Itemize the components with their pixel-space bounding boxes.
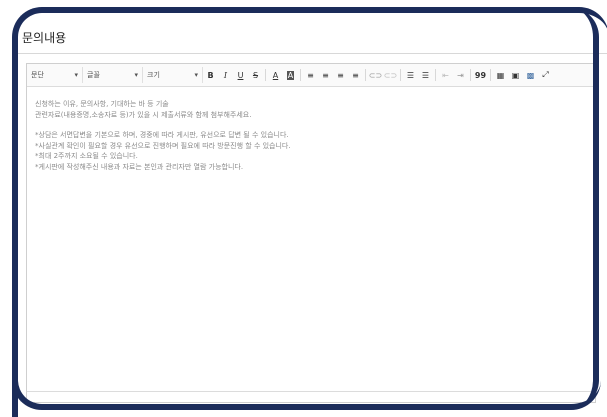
chevron-down-icon: ▾ — [194, 71, 198, 79]
content-line: *상담은 서면답변을 기본으로 하며, 경중에 따라 게시판, 유선으로 답변 … — [35, 131, 289, 139]
editor-content[interactable]: 신청하는 이유, 문의사항, 기대하는 바 등 기술 관련자료(내용증명,소송자… — [27, 87, 595, 172]
font-select[interactable]: 글꼴 ▾ — [83, 67, 143, 83]
fullscreen-icon[interactable]: ⤢ — [538, 67, 553, 83]
bold-button[interactable]: B — [203, 67, 218, 83]
paragraph-select[interactable]: 문단 ▾ — [27, 67, 83, 83]
unlink-icon[interactable]: ⊂⊃ — [383, 67, 398, 83]
align-center-icon[interactable]: ≡ — [318, 67, 333, 83]
content-line: *게시판에 작성해주신 내용과 자료는 본인과 관리자만 열람 가능합니다. — [35, 162, 244, 171]
toolbar-divider — [365, 69, 366, 81]
content-line: *사실관계 확인이 필요할 경우 유선으로 진행하며 필요에 따라 방문진행 할… — [35, 141, 291, 150]
align-right-icon[interactable]: ≡ — [333, 67, 348, 83]
ordered-list-icon[interactable]: ☰ — [403, 67, 418, 83]
size-select[interactable]: 크기 ▾ — [143, 67, 203, 83]
content-line: *최대 2주까지 소요될 수 있습니다. — [35, 152, 138, 160]
quote-button[interactable]: 99 — [473, 67, 488, 83]
italic-button[interactable]: I — [218, 67, 233, 83]
bullet-list-icon[interactable]: ☰ — [418, 67, 433, 83]
align-left-icon[interactable]: ≡ — [303, 67, 318, 83]
content-blank-line — [35, 120, 587, 130]
align-justify-icon[interactable]: ≡ — [348, 67, 363, 83]
underline-button[interactable]: U — [233, 67, 248, 83]
content-line: 관련자료(내용증명,소송자료 등)가 있을 시 제출서류와 함께 첨부해주세요. — [35, 110, 252, 119]
font-select-label: 글꼴 — [87, 71, 100, 79]
toolbar-divider — [435, 69, 436, 81]
content-line: 신청하는 이유, 문의사항, 기대하는 바 등 기술 — [35, 100, 169, 108]
toolbar-divider — [400, 69, 401, 81]
title-row: 문의내용 — [18, 23, 607, 54]
indent-icon[interactable]: ⇥ — [453, 67, 468, 83]
chevron-down-icon: ▾ — [134, 71, 138, 79]
paragraph-select-label: 문단 — [31, 71, 44, 79]
toolbar-divider — [490, 69, 491, 81]
chevron-down-icon: ▾ — [74, 71, 78, 79]
size-select-label: 크기 — [147, 71, 160, 79]
table-icon[interactable]: ▦ — [493, 67, 508, 83]
font-color-button[interactable]: A — [268, 67, 283, 83]
background-color-label: A — [286, 70, 295, 80]
link-icon[interactable]: ⊂⊃ — [368, 67, 383, 83]
editor-resize-bar[interactable] — [27, 391, 595, 402]
content-frame: 문의내용 문단 ▾ 글꼴 ▾ 크기 ▾ B I U S A A ≡ ≡ ≡ ≡ … — [12, 7, 607, 417]
outdent-icon[interactable]: ⇤ — [438, 67, 453, 83]
image-icon[interactable]: ▩ — [523, 67, 538, 83]
section-title: 문의내용 — [22, 31, 67, 45]
rich-text-editor[interactable]: 문단 ▾ 글꼴 ▾ 크기 ▾ B I U S A A ≡ ≡ ≡ ≡ ⊂⊃ ⊂⊃… — [26, 63, 596, 403]
toolbar-divider — [265, 69, 266, 81]
video-icon[interactable]: ▣ — [508, 67, 523, 83]
toolbar-divider — [470, 69, 471, 81]
editor-toolbar: 문단 ▾ 글꼴 ▾ 크기 ▾ B I U S A A ≡ ≡ ≡ ≡ ⊂⊃ ⊂⊃… — [27, 64, 595, 87]
background-color-button[interactable]: A — [283, 67, 298, 83]
strikethrough-button[interactable]: S — [248, 67, 263, 83]
toolbar-divider — [300, 69, 301, 81]
